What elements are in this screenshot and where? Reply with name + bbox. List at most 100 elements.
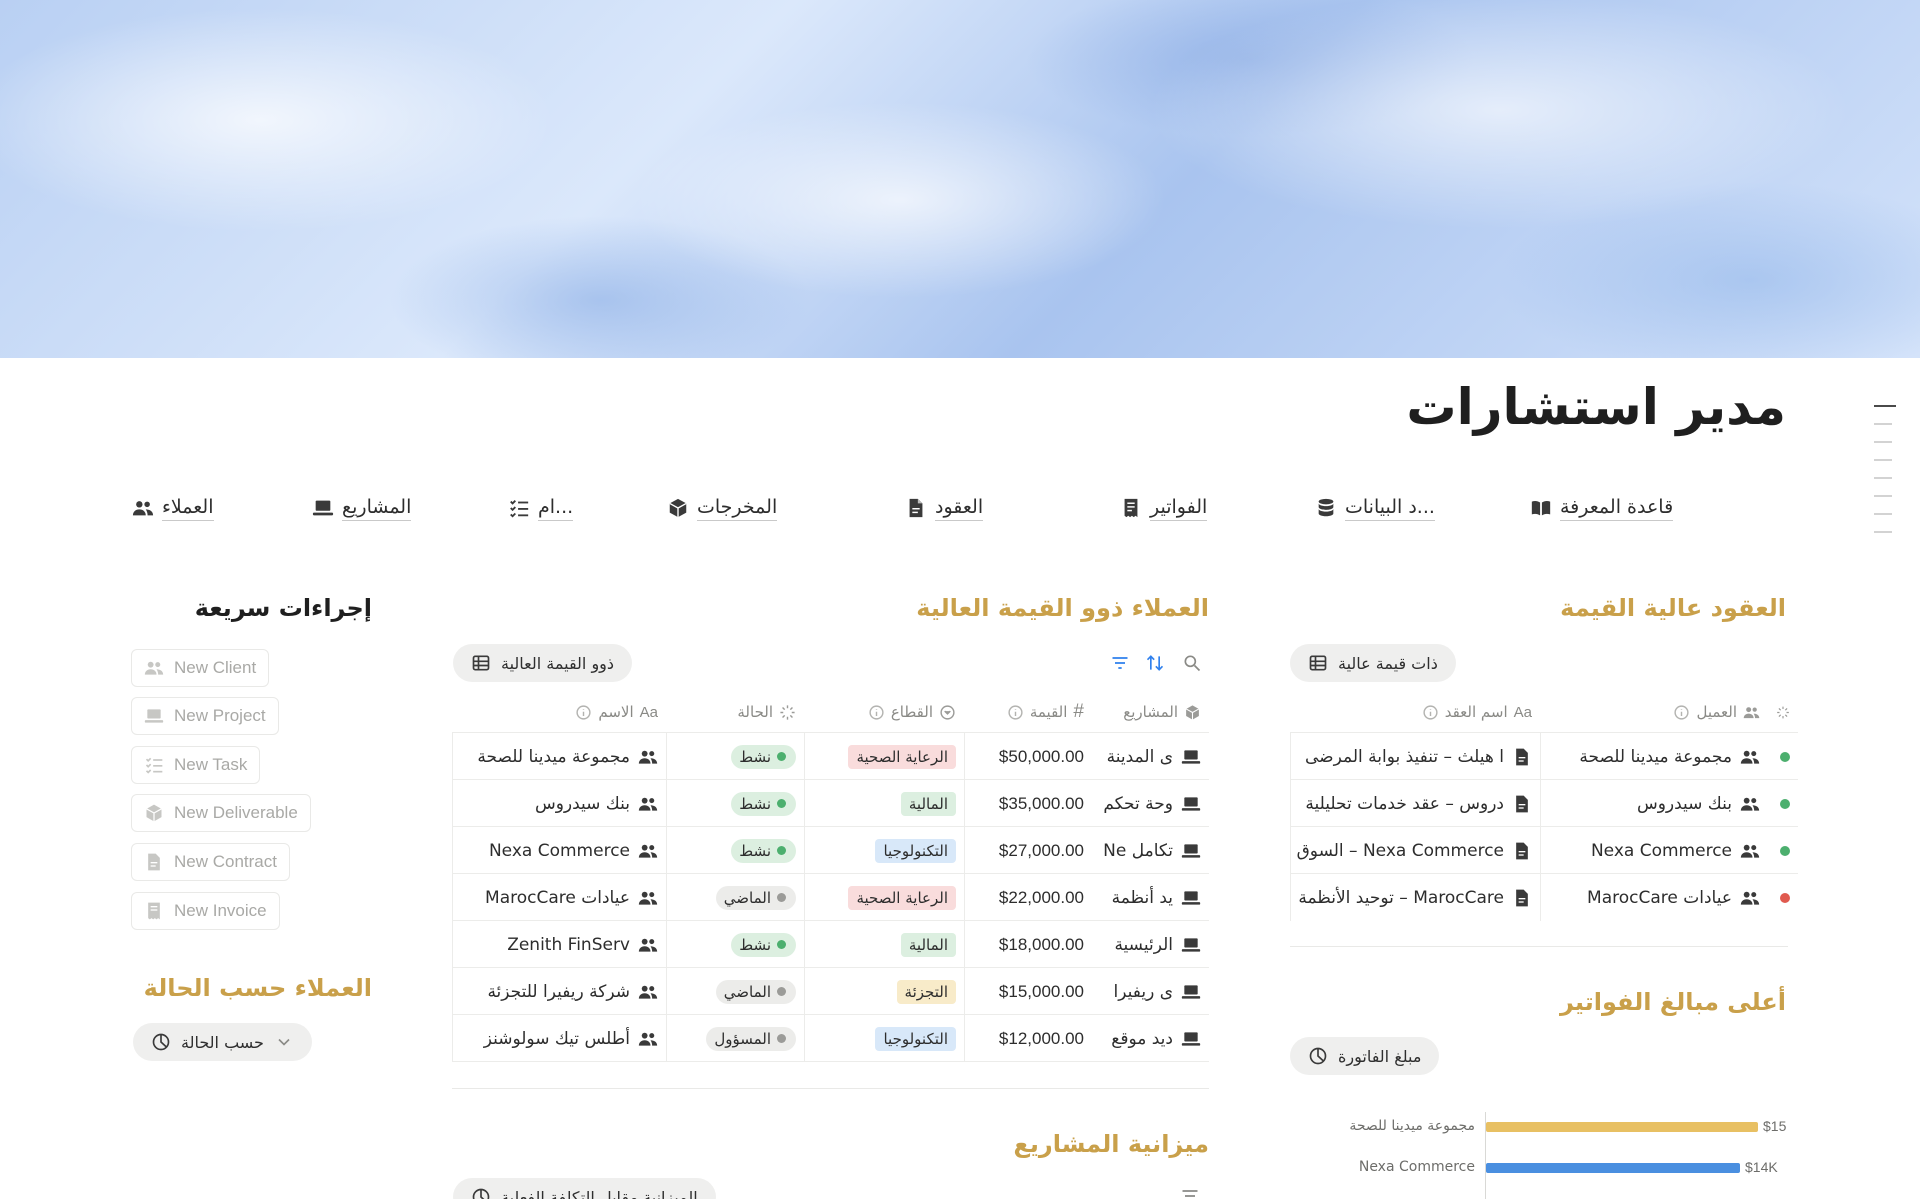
clients-by-status-view[interactable]: حسب الحالة (133, 1023, 312, 1061)
toc-line[interactable] (1874, 423, 1892, 425)
table-row[interactable]: Nexa Commerce – السوق Nexa Commerce (1290, 826, 1798, 874)
value-cell[interactable]: $15,000.00 (964, 968, 1092, 1015)
project-cell[interactable]: تكامل Ne (1092, 827, 1209, 874)
value-cell[interactable]: $50,000.00 (964, 733, 1092, 780)
high-value-clients-view[interactable]: ذوو القيمة العالية (453, 644, 633, 682)
client-name-cell[interactable]: Nexa Commerce (452, 827, 666, 874)
client-name-cell[interactable]: بنك سيدروس (452, 780, 666, 827)
sort-icon[interactable] (1145, 653, 1165, 673)
project-cell[interactable]: ى المدينة (1092, 733, 1209, 780)
new-contract-button[interactable]: New Contract (131, 843, 290, 881)
toc-line[interactable] (1874, 477, 1892, 479)
status-cell[interactable] (1768, 827, 1798, 874)
client-name-cell[interactable]: مجموعة ميدينا للصحة (452, 733, 666, 780)
sector-cell[interactable]: الرعاية الصحية (804, 733, 964, 780)
nav-link-projects[interactable]: المشاريع (312, 490, 412, 526)
nav-link-tasks[interactable]: ...ام (508, 490, 574, 526)
contract-name-cell[interactable]: Nexa Commerce – السوق (1290, 827, 1540, 874)
client-cell[interactable]: عيادات MarocCare (1540, 874, 1768, 921)
nav-link-database[interactable]: ...د البيانات (1315, 490, 1435, 526)
project-cell[interactable]: يد أنظمة (1092, 874, 1209, 921)
contract-name-cell[interactable]: ا هيلث – تنفيذ بوابة المرضى (1290, 733, 1540, 780)
contract-name-cell[interactable]: MarocCare – توحيد الأنظمة (1290, 874, 1540, 921)
column-header-sector[interactable]: القطاع (804, 692, 964, 732)
table-row[interactable]: أطلس تيك سولوشنز المسؤول التكنولوجيا $12,00… (452, 1014, 1209, 1062)
table-row[interactable]: دروس – عقد خدمات تحليلية بنك سيدروس (1290, 779, 1798, 827)
new-deliverable-button[interactable]: New Deliverable (131, 794, 311, 832)
status-cell[interactable]: نشط (666, 733, 804, 780)
sector-cell[interactable]: التكنولوجيا (804, 827, 964, 874)
toc-line[interactable] (1874, 405, 1896, 407)
status-cell[interactable] (1768, 780, 1798, 827)
project-cell[interactable]: ى ريفيرا (1092, 968, 1209, 1015)
table-row[interactable]: Nexa Commerce نشط التكنولوجيا $27,000.00 تكا… (452, 826, 1209, 874)
status-cell[interactable]: الماضي (666, 968, 804, 1015)
status-cell[interactable]: المسؤول (666, 1015, 804, 1062)
status-cell[interactable]: نشط (666, 921, 804, 968)
sector-cell[interactable]: التجزئة (804, 968, 964, 1015)
filter-icon[interactable] (1180, 1186, 1200, 1199)
sector-cell[interactable]: الرعاية الصحية (804, 874, 964, 921)
new-task-button[interactable]: New Task (131, 746, 261, 784)
status-cell[interactable]: الماضي (666, 874, 804, 921)
table-of-contents[interactable] (1874, 405, 1896, 549)
client-name-cell[interactable]: عيادات MarocCare (452, 874, 666, 921)
sector-cell[interactable]: التكنولوجيا (804, 1015, 964, 1062)
project-cell[interactable]: وحة تحكم (1092, 780, 1209, 827)
status-cell[interactable]: نشط (666, 827, 804, 874)
client-cell[interactable]: Nexa Commerce (1540, 827, 1768, 874)
contract-name-cell[interactable]: دروس – عقد خدمات تحليلية (1290, 780, 1540, 827)
project-cell[interactable]: الرئيسية (1092, 921, 1209, 968)
nav-link-deliverables[interactable]: المخرجات (667, 490, 778, 526)
table-row[interactable]: مجموعة ميدينا للصحة نشط الرعاية الصحية $50,… (452, 732, 1209, 780)
value-cell[interactable]: $27,000.00 (964, 827, 1092, 874)
column-header-contract-name[interactable]: Aa اسم العقد (1290, 692, 1540, 732)
table-row[interactable]: بنك سيدروس نشط المالية $35,000.00 وحة تحكم (452, 779, 1209, 827)
value-cell[interactable]: $12,000.00 (964, 1015, 1092, 1062)
high-value-contracts-view[interactable]: ذات قيمة عالية (1290, 644, 1456, 682)
sector-cell[interactable]: المالية (804, 780, 964, 827)
client-name-cell[interactable]: Zenith FinServ (452, 921, 666, 968)
client-cell[interactable]: بنك سيدروس (1540, 780, 1768, 827)
table-row[interactable]: عيادات MarocCare الماضي الرعاية الصحية $22,… (452, 873, 1209, 921)
table-row[interactable]: شركة ريفيرا للتجزئة الماضي التجزئة $15,000.… (452, 967, 1209, 1015)
value-cell[interactable]: $22,000.00 (964, 874, 1092, 921)
invoice-bar[interactable] (1486, 1163, 1740, 1173)
search-icon[interactable] (1182, 653, 1202, 673)
status-cell[interactable] (1768, 874, 1798, 921)
project-cell[interactable]: ديد موقع (1092, 1015, 1209, 1062)
client-cell[interactable]: مجموعة ميدينا للصحة (1540, 733, 1768, 780)
column-header-status[interactable] (1768, 692, 1798, 732)
nav-link-clients[interactable]: العملاء (132, 490, 214, 526)
value-cell[interactable]: $35,000.00 (964, 780, 1092, 827)
client-name-cell[interactable]: شركة ريفيرا للتجزئة (452, 968, 666, 1015)
toc-line[interactable] (1874, 441, 1892, 443)
column-header-client[interactable]: العميل (1540, 692, 1768, 732)
new-client-button[interactable]: New Client (131, 649, 270, 687)
toc-line[interactable] (1874, 459, 1892, 461)
toc-line[interactable] (1874, 513, 1892, 515)
column-header-status[interactable]: الحالة (666, 692, 804, 732)
nav-link-knowledge-base[interactable]: قاعدة المعرفة (1530, 490, 1674, 526)
new-project-button[interactable]: New Project (131, 697, 279, 735)
project-budget-view[interactable]: الميزانية مقابل التكلفة الفعلية (453, 1178, 716, 1199)
status-cell[interactable]: نشط (666, 780, 804, 827)
toc-line[interactable] (1874, 495, 1892, 497)
table-row[interactable]: MarocCare – توحيد الأنظمة عيادات MarocCar… (1290, 873, 1798, 921)
table-row[interactable]: ا هيلث – تنفيذ بوابة المرضى مجموعة ميدينا… (1290, 732, 1798, 780)
client-name-cell[interactable]: أطلس تيك سولوشنز (452, 1015, 666, 1062)
value-cell[interactable]: $18,000.00 (964, 921, 1092, 968)
column-header-projects[interactable]: المشاريع (1092, 692, 1209, 732)
sector-cell[interactable]: المالية (804, 921, 964, 968)
nav-link-contracts[interactable]: العقود (905, 490, 984, 526)
column-header-value[interactable]: # القيمة (964, 692, 1092, 732)
top-invoices-view[interactable]: مبلغ الفاتورة (1290, 1037, 1440, 1075)
column-header-name[interactable]: Aa الاسم (452, 692, 666, 732)
toc-line[interactable] (1874, 531, 1892, 533)
invoice-bar[interactable] (1486, 1122, 1758, 1132)
filter-icon[interactable] (1110, 653, 1130, 673)
nav-link-invoices[interactable]: الفواتير (1120, 490, 1208, 526)
status-cell[interactable] (1768, 733, 1798, 780)
new-invoice-button[interactable]: New Invoice (131, 892, 280, 930)
table-row[interactable]: Zenith FinServ نشط المالية $18,000.00 الرئيس… (452, 920, 1209, 968)
